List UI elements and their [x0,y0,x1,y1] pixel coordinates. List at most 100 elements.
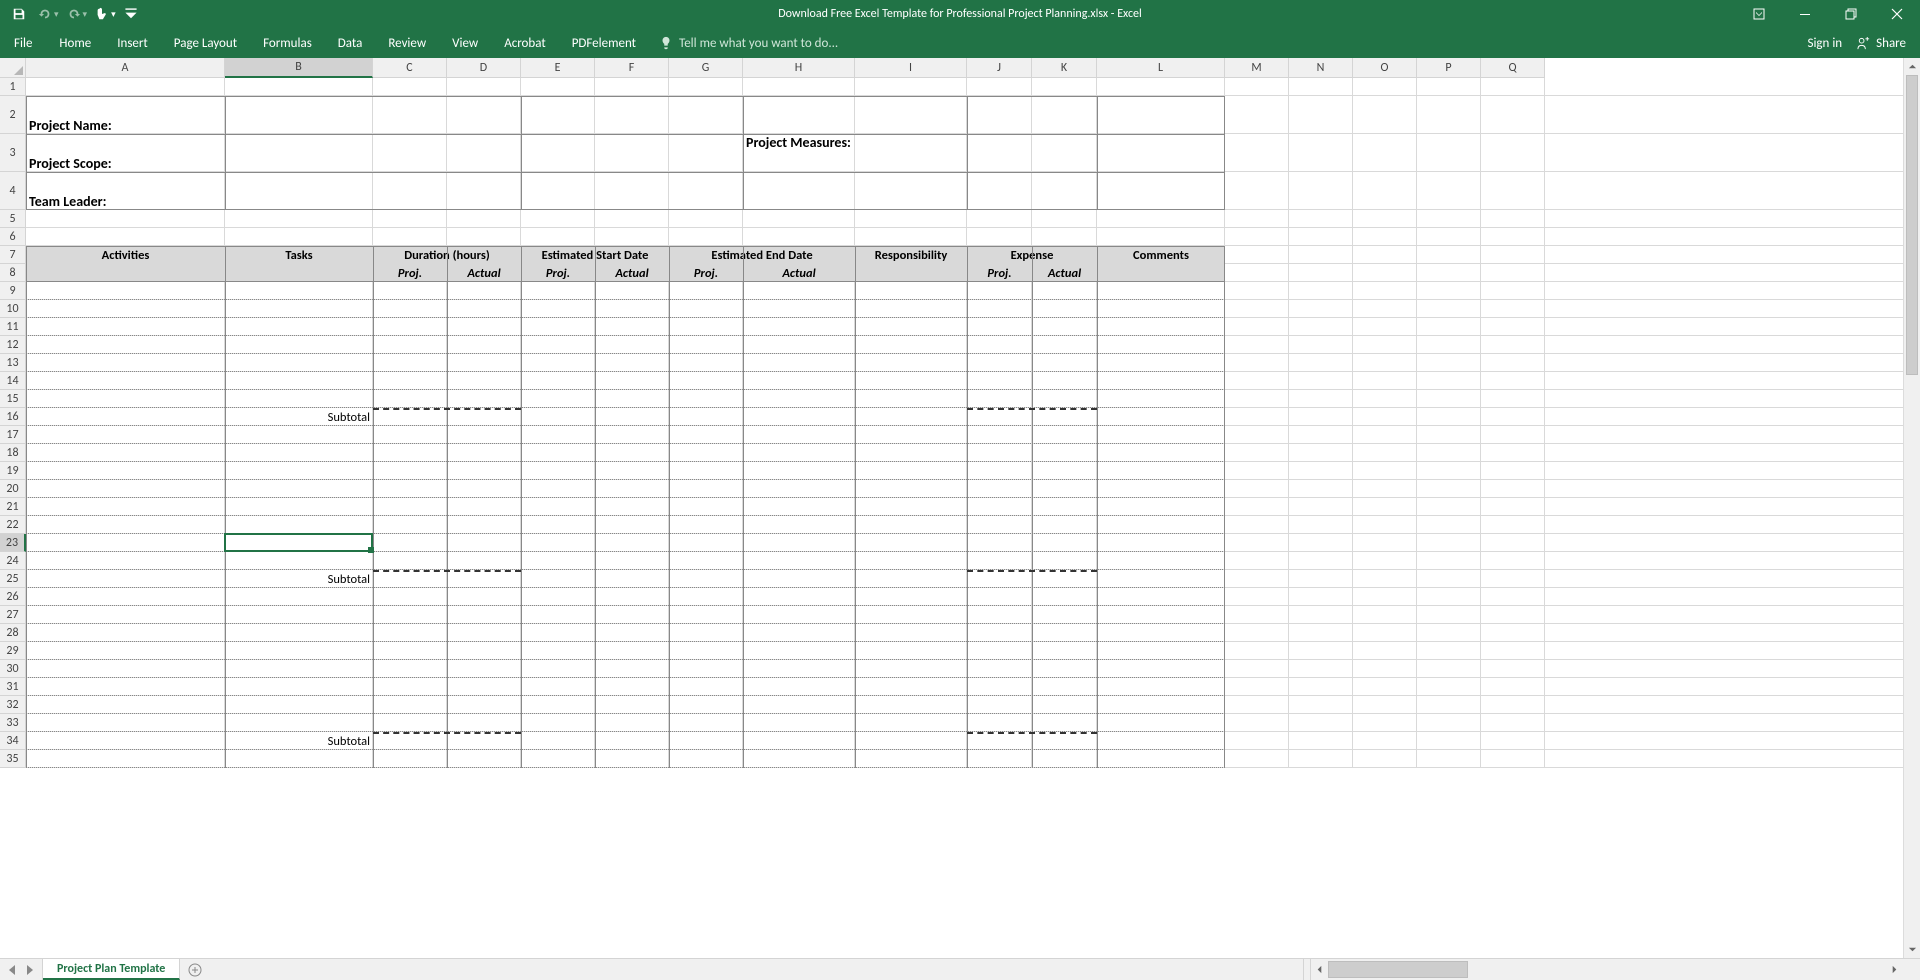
row-header-34[interactable]: 34 [0,732,26,750]
ribbon-tab-formulas[interactable]: Formulas [250,28,325,58]
share-button[interactable]: Share [1856,36,1906,51]
row-header-15[interactable]: 15 [0,390,26,408]
row-header-21[interactable]: 21 [0,498,26,516]
row-header-17[interactable]: 17 [0,426,26,444]
hscroll-splitter[interactable] [1304,959,1311,980]
cell-grid[interactable]: Project Name:Project Scope:Team Leader:P… [26,78,1903,958]
ribbon-tab-page-layout[interactable]: Page Layout [161,28,250,58]
vertical-scroll-thumb[interactable] [1906,75,1918,375]
ribbon-tab-data[interactable]: Data [325,28,376,58]
column-header-N[interactable]: N [1289,58,1353,78]
cell-K8[interactable]: Actual [1032,264,1097,282]
column-header-H[interactable]: H [743,58,855,78]
touch-dropdown-icon[interactable]: ▾ [111,9,116,20]
column-header-L[interactable]: L [1097,58,1225,78]
tab-prev-icon[interactable] [8,965,16,975]
column-header-K[interactable]: K [1032,58,1097,78]
horizontal-scrollbar[interactable] [1303,959,1903,980]
row-header-30[interactable]: 30 [0,660,26,678]
row-header-5[interactable]: 5 [0,210,26,228]
cell-G7[interactable]: Estimated End Date [669,246,855,264]
row-header-14[interactable]: 14 [0,372,26,390]
new-sheet-button[interactable] [180,959,210,980]
row-header-31[interactable]: 31 [0,678,26,696]
column-header-F[interactable]: F [595,58,669,78]
cell-B25[interactable]: Subtotal [225,570,373,588]
cell-G8[interactable]: Proj. [669,264,743,282]
ribbon-tab-view[interactable]: View [439,28,491,58]
cell-A7[interactable]: Activities [26,246,225,264]
tab-next-icon[interactable] [26,965,34,975]
redo-dropdown-icon[interactable]: ▾ [83,9,88,20]
ribbon-tab-pdfelement[interactable]: PDFelement [559,28,649,58]
row-header-13[interactable]: 13 [0,354,26,372]
close-button[interactable] [1874,0,1920,28]
cell-B34[interactable]: Subtotal [225,732,373,750]
row-header-1[interactable]: 1 [0,78,26,96]
row-header-33[interactable]: 33 [0,714,26,732]
row-header-27[interactable]: 27 [0,606,26,624]
row-header-29[interactable]: 29 [0,642,26,660]
cell-C8[interactable]: Proj. [373,264,447,282]
scroll-down-button[interactable] [1904,941,1920,958]
vertical-scrollbar[interactable] [1903,58,1920,958]
row-header-10[interactable]: 10 [0,300,26,318]
save-button[interactable] [6,0,32,28]
restore-button[interactable] [1828,0,1874,28]
cell-L7[interactable]: Comments [1097,246,1225,264]
scroll-left-button[interactable] [1311,959,1328,980]
row-header-6[interactable]: 6 [0,228,26,246]
ribbon-tab-acrobat[interactable]: Acrobat [491,28,559,58]
cell-B16[interactable]: Subtotal [225,408,373,426]
column-header-E[interactable]: E [521,58,595,78]
cell-B7[interactable]: Tasks [225,246,373,264]
cell-A3[interactable]: Project Scope: [26,134,225,172]
minimize-button[interactable] [1782,0,1828,28]
column-header-D[interactable]: D [447,58,521,78]
row-header-9[interactable]: 9 [0,282,26,300]
column-header-O[interactable]: O [1353,58,1417,78]
scroll-right-button[interactable] [1886,959,1903,980]
cell-A4[interactable]: Team Leader: [26,172,225,210]
ribbon-tab-insert[interactable]: Insert [104,28,161,58]
ribbon-tab-home[interactable]: Home [46,28,104,58]
ribbon-options-button[interactable] [1736,0,1782,28]
row-header-7[interactable]: 7 [0,246,26,264]
row-header-2[interactable]: 2 [0,96,26,134]
cell-F8[interactable]: Actual [595,264,669,282]
row-header-16[interactable]: 16 [0,408,26,426]
column-header-G[interactable]: G [669,58,743,78]
cell-H8[interactable]: Actual [743,264,855,282]
cell-J8[interactable]: Proj. [967,264,1032,282]
row-header-20[interactable]: 20 [0,480,26,498]
row-header-26[interactable]: 26 [0,588,26,606]
cell-H3[interactable]: Project Measures: [743,134,855,172]
row-header-35[interactable]: 35 [0,750,26,768]
row-header-11[interactable]: 11 [0,318,26,336]
row-header-18[interactable]: 18 [0,444,26,462]
row-header-24[interactable]: 24 [0,552,26,570]
cell-I7[interactable]: Responsibility [855,246,967,264]
row-header-8[interactable]: 8 [0,264,26,282]
column-header-I[interactable]: I [855,58,967,78]
cell-D8[interactable]: Actual [447,264,521,282]
row-header-23[interactable]: 23 [0,534,26,552]
row-header-32[interactable]: 32 [0,696,26,714]
column-header-M[interactable]: M [1225,58,1289,78]
column-header-P[interactable]: P [1417,58,1481,78]
cell-J7[interactable]: Expense [967,246,1097,264]
row-header-4[interactable]: 4 [0,172,26,210]
qat-more-button[interactable] [118,0,144,28]
scroll-up-button[interactable] [1904,58,1920,75]
row-header-19[interactable]: 19 [0,462,26,480]
column-header-J[interactable]: J [967,58,1032,78]
select-all-button[interactable] [0,58,26,78]
undo-dropdown-icon[interactable]: ▾ [54,9,59,20]
column-header-Q[interactable]: Q [1481,58,1545,78]
cell-E7[interactable]: Estimated Start Date [521,246,669,264]
cell-C7[interactable]: Duration (hours) [373,246,521,264]
ribbon-tab-file[interactable]: File [0,28,46,58]
row-header-25[interactable]: 25 [0,570,26,588]
row-header-12[interactable]: 12 [0,336,26,354]
horizontal-scroll-thumb[interactable] [1328,961,1468,978]
